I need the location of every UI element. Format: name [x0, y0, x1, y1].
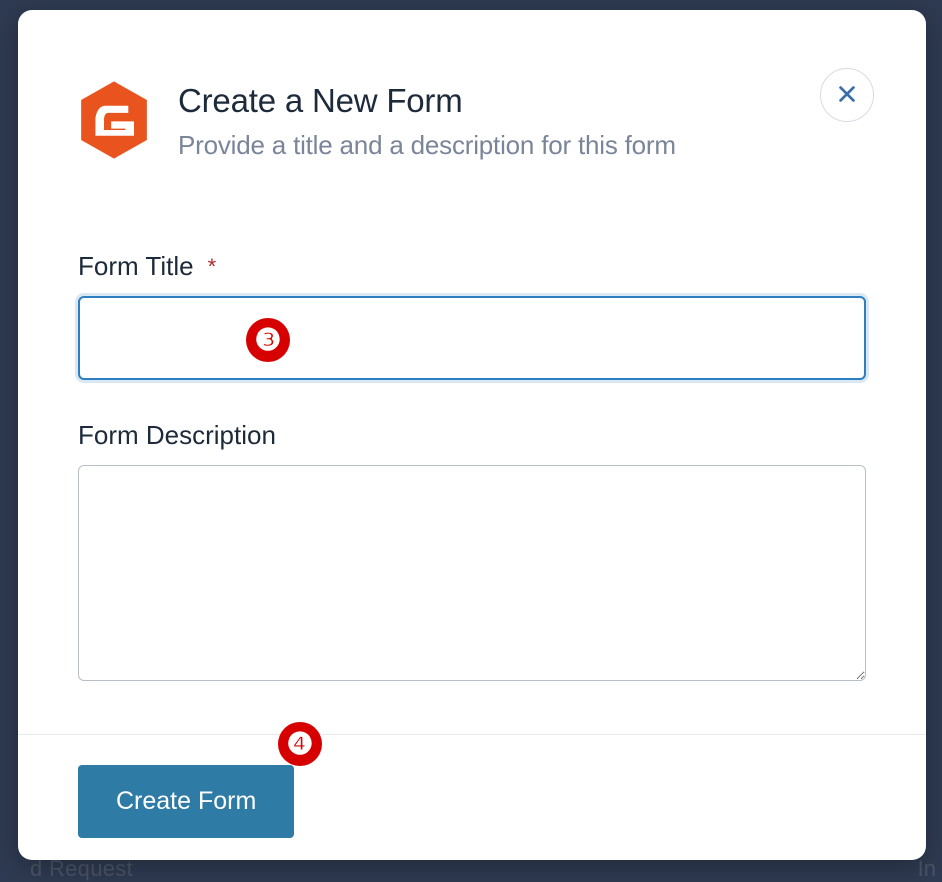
form-description-label: Form Description [78, 420, 866, 451]
create-form-modal: Create a New Form Provide a title and a … [18, 10, 926, 860]
form-description-textarea[interactable] [78, 465, 866, 681]
form-title-label-text: Form Title [78, 251, 194, 282]
modal-footer: Create Form [18, 734, 926, 860]
form-description-field-group: Form Description [78, 420, 866, 686]
required-marker: * [208, 254, 217, 280]
form-description-label-text: Form Description [78, 420, 276, 451]
create-form-button[interactable]: Create Form [78, 765, 294, 838]
modal-title: Create a New Form [178, 82, 866, 120]
form-title-label: Form Title * [78, 251, 866, 282]
modal-subtitle: Provide a title and a description for th… [178, 130, 866, 161]
gravity-forms-logo-icon [78, 80, 150, 160]
modal-heading-wrap: Create a New Form Provide a title and a … [178, 80, 866, 161]
form-body: Form Title * Form Description [18, 161, 926, 734]
close-button[interactable] [820, 68, 874, 122]
modal-header: Create a New Form Provide a title and a … [18, 10, 926, 161]
form-title-field-group: Form Title * [78, 251, 866, 380]
form-title-input[interactable] [78, 296, 866, 380]
close-icon [836, 83, 858, 108]
